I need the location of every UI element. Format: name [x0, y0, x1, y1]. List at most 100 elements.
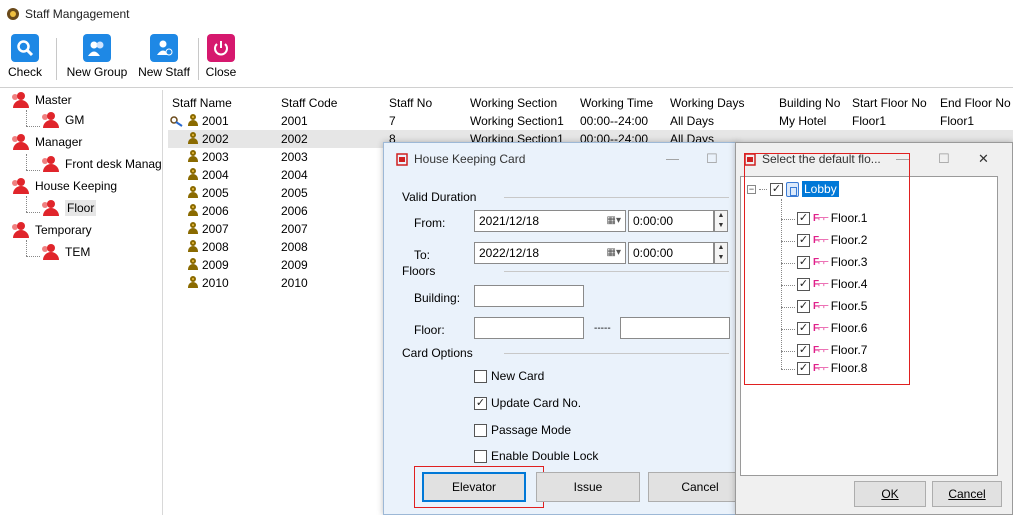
card-options-heading: Card Options [402, 346, 473, 360]
check-button[interactable]: Check [8, 34, 42, 84]
from-time-field[interactable]: 0:00:00 [628, 210, 714, 232]
from-date-field[interactable]: 2021/12/18 ▦▾ [474, 210, 626, 232]
staff-icon [188, 222, 198, 234]
cancel-label: Cancel [681, 480, 719, 494]
building-input[interactable] [474, 285, 584, 307]
cell-staff-name: 2007 [188, 222, 229, 236]
table-header: Staff Name Staff Code Staff No Working S… [168, 94, 1013, 112]
ok-button[interactable]: OK [854, 481, 926, 507]
checkbox-box [474, 369, 487, 383]
group-icon [42, 112, 60, 128]
key-icon [170, 116, 183, 127]
tree-item-label: GM [65, 113, 85, 127]
power-icon [207, 34, 235, 62]
tree-item-house-keeping[interactable]: House Keeping [12, 176, 117, 196]
new-group-button[interactable]: New Group [64, 34, 130, 84]
to-time-field[interactable]: 0:00:00 [628, 242, 714, 264]
new-card-checkbox[interactable]: New Card [474, 369, 544, 383]
tree-item-tem[interactable]: TEM [42, 242, 90, 262]
toolbar: Check New Group New Staff Close [0, 30, 1013, 88]
issue-button[interactable]: Issue [536, 472, 640, 502]
update-card-checkbox[interactable]: ✓ Update Card No. [474, 396, 581, 410]
maximize-icon[interactable]: ☐ [938, 151, 950, 167]
cell-staff-code: 2005 [281, 186, 308, 200]
maximize-icon[interactable]: ☐ [706, 151, 718, 167]
highlight-box [414, 466, 544, 508]
floor-separator: ----- [594, 323, 611, 334]
cell-staff-code: 2006 [281, 204, 308, 218]
from-date-value: 2021/12/18 [479, 214, 540, 228]
group-icon [83, 34, 111, 62]
window-title: Staff Mangagement [25, 7, 130, 21]
search-icon [11, 34, 39, 62]
building-label: Building: [414, 291, 461, 305]
tree-item-label: House Keeping [35, 179, 118, 193]
group-icon [12, 134, 30, 150]
floor-cancel-button[interactable]: Cancel [932, 481, 1002, 507]
checkbox-label: Passage Mode [491, 423, 572, 437]
cell-staff-name: 2010 [188, 276, 229, 290]
to-time-value: 0:00:00 [633, 246, 674, 260]
select-floor-dialog: Select the default flo... — ☐ ✕ − ✓ Lobb… [735, 142, 1013, 515]
col-working-time[interactable]: Working Time [580, 96, 653, 110]
col-staff-no[interactable]: Staff No [389, 96, 432, 110]
cell-staff-code: 2001 [281, 114, 308, 128]
issue-label: Issue [573, 480, 603, 494]
tree-item-label: TEM [65, 245, 91, 259]
cell-start-floor: Floor1 [852, 114, 887, 128]
cell-staff-name: 2001 [188, 114, 229, 128]
staff-icon [188, 240, 198, 252]
tree-item-label: Master [35, 93, 72, 107]
cell-staff-no: 7 [389, 114, 396, 128]
staff-icon [188, 204, 198, 216]
tree-item-front-desk[interactable]: Front desk Manag [42, 154, 162, 174]
group-icon [42, 156, 60, 172]
group-icon [12, 178, 30, 194]
new-staff-button[interactable]: New Staff [136, 34, 192, 84]
to-time-spinner[interactable]: ▲ ▼ [714, 242, 728, 264]
cell-staff-code: 2010 [281, 276, 308, 290]
calendar-dropdown-icon[interactable]: ▦▾ [607, 215, 621, 226]
cell-staff-code: 2008 [281, 240, 308, 254]
minimize-icon[interactable]: — [666, 151, 679, 166]
tree-item-manager[interactable]: Manager [12, 132, 82, 152]
close-button[interactable]: Close [204, 34, 238, 84]
dialog-titlebar: House Keeping Card [384, 143, 737, 175]
tree-item-gm[interactable]: GM [42, 110, 84, 130]
group-icon [42, 244, 60, 260]
col-working-days[interactable]: Working Days [670, 96, 744, 110]
passage-mode-checkbox[interactable]: Passage Mode [474, 423, 571, 437]
col-working-section[interactable]: Working Section [470, 96, 557, 110]
tree-item-temporary[interactable]: Temporary [12, 220, 92, 240]
close-icon[interactable]: ✕ [978, 151, 989, 167]
cell-working-time: 00:00--24:00 [580, 114, 649, 128]
cell-working-days: All Days [670, 114, 715, 128]
cell-working-section: Working Section1 [470, 114, 564, 128]
col-start-floor[interactable]: Start Floor No [852, 96, 927, 110]
from-time-spinner[interactable]: ▲ ▼ [714, 210, 728, 232]
tree-item-label: Floor [65, 200, 97, 216]
new-group-label: New Group [66, 65, 128, 79]
app-icon [7, 8, 19, 20]
cell-staff-name: 2002 [188, 132, 229, 146]
cell-staff-code: 2003 [281, 150, 308, 164]
tree-item-floor[interactable]: Floor [42, 198, 97, 218]
add-user-icon [150, 34, 178, 62]
staff-icon [188, 150, 198, 162]
floor-to-input[interactable] [620, 317, 730, 339]
calendar-dropdown-icon[interactable]: ▦▾ [607, 247, 621, 258]
floor-from-input[interactable] [474, 317, 584, 339]
col-end-floor[interactable]: End Floor No [940, 96, 1011, 110]
to-date-field[interactable]: 2022/12/18 ▦▾ [474, 242, 626, 264]
tree-item-master[interactable]: Master [12, 90, 72, 110]
tree-item-label: Front desk Manag [65, 157, 162, 171]
col-staff-name[interactable]: Staff Name [172, 96, 232, 110]
double-lock-checkbox[interactable]: Enable Double Lock [474, 449, 598, 463]
highlight-box [744, 153, 910, 385]
close-label: Close [205, 65, 237, 79]
col-building-no[interactable]: Building No [779, 96, 840, 110]
from-label: From: [414, 216, 446, 230]
col-staff-code[interactable]: Staff Code [281, 96, 337, 110]
staff-icon [188, 186, 198, 198]
table-row[interactable]: 2001 2001 7 Working Section1 00:00--24:0… [168, 112, 1013, 130]
